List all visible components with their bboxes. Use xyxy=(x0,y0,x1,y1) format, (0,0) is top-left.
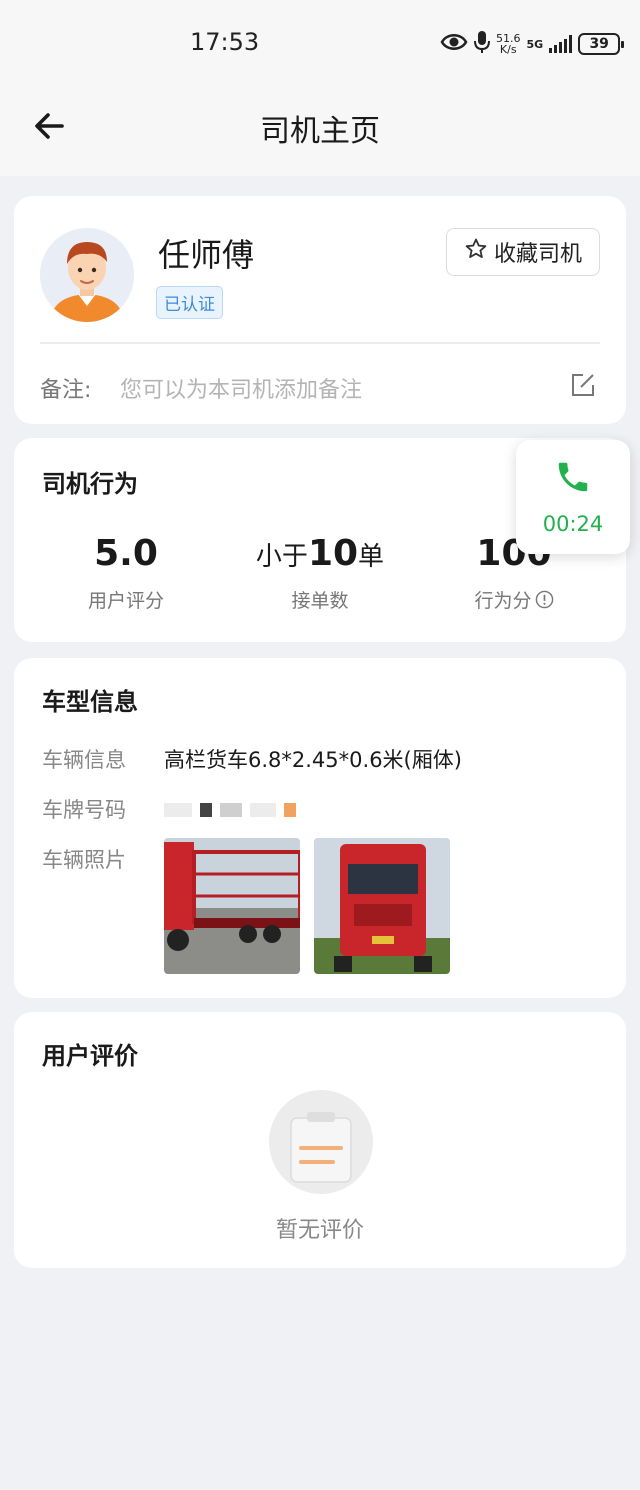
call-floating-widget[interactable]: 00:24 xyxy=(516,440,630,554)
edit-icon[interactable] xyxy=(570,372,596,398)
driver-name: 任师傅 xyxy=(158,236,255,274)
verified-badge: 已认证 xyxy=(156,286,223,319)
stat-orders-label: 接单数 xyxy=(291,590,349,612)
vehicle-info-card: 车型信息 车辆信息 高栏货车6.8*2.45*0.6米(厢体) 车牌号码 车辆照… xyxy=(14,658,626,998)
microphone-icon xyxy=(474,30,490,58)
section-title-reviews: 用户评价 xyxy=(42,1042,138,1070)
eye-icon xyxy=(440,31,468,57)
empty-clipboard-icon xyxy=(269,1090,373,1194)
note-input[interactable]: 您可以为本司机添加备注 xyxy=(120,372,362,404)
page-title: 司机主页 xyxy=(260,114,380,149)
stat-orders: 小于10单 接单数 xyxy=(230,532,410,613)
divider xyxy=(40,342,600,344)
vehicle-info-label: 车辆信息 xyxy=(42,748,126,772)
phone-icon xyxy=(554,458,592,496)
stat-behavior-score-label[interactable]: 行为分 xyxy=(424,586,604,613)
section-title-vehicle: 车型信息 xyxy=(42,688,138,716)
battery-icon: 39 xyxy=(578,33,625,55)
vehicle-info-value: 高栏货车6.8*2.45*0.6米(厢体) xyxy=(164,748,462,772)
info-icon[interactable] xyxy=(535,590,554,609)
empty-reviews-text: 暂无评价 xyxy=(275,1218,364,1243)
stat-rating: 5.0 用户评分 xyxy=(36,532,216,613)
vehicle-photo-side[interactable] xyxy=(164,838,300,974)
top-bar: 17:53 51.6 K/s 5G 39 司机主页 xyxy=(0,0,640,176)
status-time: 17:53 xyxy=(190,28,260,56)
stat-rating-label: 用户评分 xyxy=(87,590,164,612)
plate-number-redacted xyxy=(164,796,304,824)
note-label: 备注: xyxy=(40,378,92,403)
plate-number-label: 车牌号码 xyxy=(42,798,126,822)
signal-icon xyxy=(549,35,573,53)
vehicle-photos-label: 车辆照片 xyxy=(42,848,126,872)
stat-orders-value: 小于10单 xyxy=(255,533,385,574)
driver-card: 任师傅 已认证 收藏司机 备注: 您可以为本司机添加备注 xyxy=(14,196,626,424)
status-icons: 51.6 K/s 5G 39 xyxy=(440,28,625,60)
avatar xyxy=(40,228,134,322)
vehicle-photo-front[interactable] xyxy=(314,838,450,974)
user-reviews-card: 用户评价 暂无评价 xyxy=(14,1012,626,1268)
network-type: 5G xyxy=(526,37,544,51)
favorite-driver-button[interactable]: 收藏司机 xyxy=(446,228,600,276)
star-icon xyxy=(464,237,488,267)
section-title-behavior: 司机行为 xyxy=(42,470,138,498)
stat-rating-value: 5.0 xyxy=(94,533,158,574)
call-duration: 00:24 xyxy=(542,512,604,536)
favorite-driver-label: 收藏司机 xyxy=(493,242,582,267)
network-speed: 51.6 K/s xyxy=(496,32,521,56)
